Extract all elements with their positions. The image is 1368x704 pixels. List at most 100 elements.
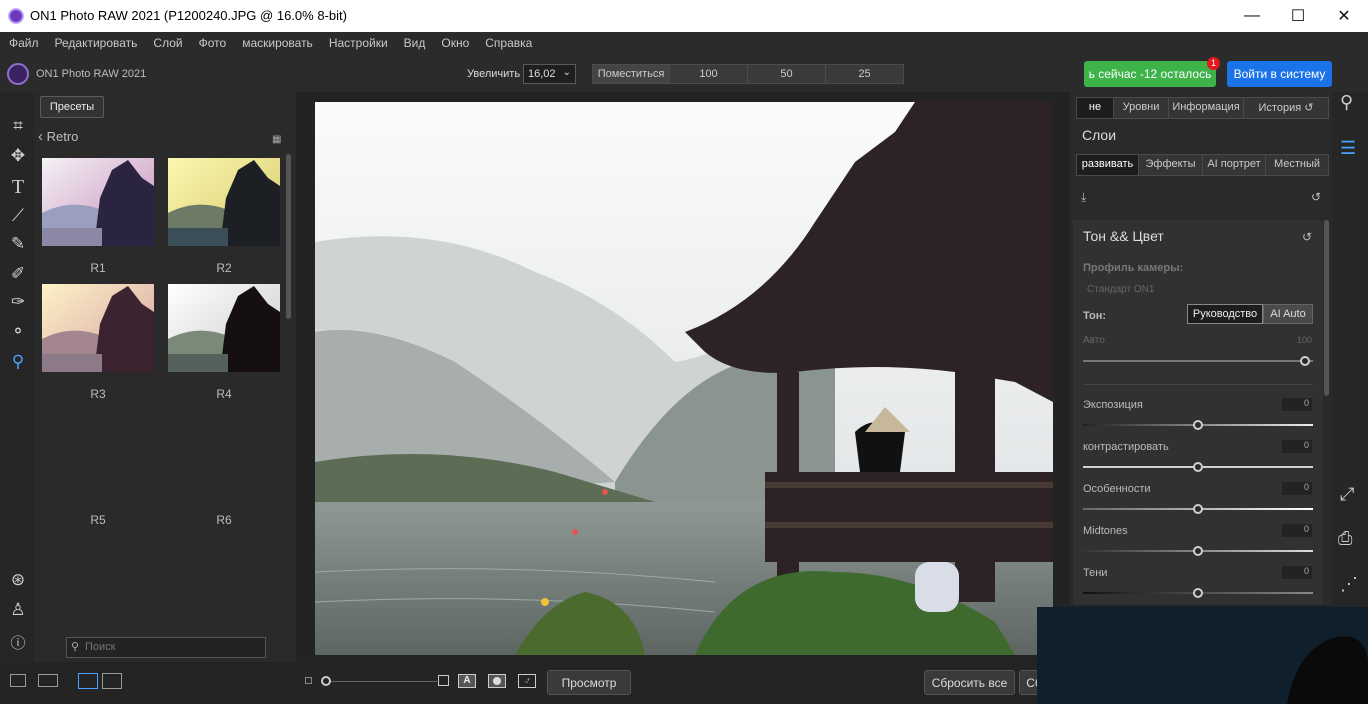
paint-brush-icon[interactable]: ✎ — [8, 234, 28, 254]
preset-thumb-r2[interactable] — [168, 158, 280, 246]
contrast-value[interactable]: 0 — [1282, 440, 1312, 453]
presets-scrollbar[interactable] — [286, 154, 291, 319]
zoom-50-button[interactable]: 50 — [747, 64, 826, 84]
maximize-button[interactable]: ☐ — [1275, 0, 1321, 32]
preset-thumb-r4[interactable] — [168, 284, 280, 372]
midtones-label: Midtones — [1083, 525, 1128, 537]
highlights-value[interactable]: 0 — [1282, 482, 1312, 495]
auto-slider-knob[interactable] — [1300, 356, 1310, 366]
category-back[interactable]: ‹ Retro — [38, 128, 78, 145]
menu-window[interactable]: Окно — [441, 36, 469, 50]
mask-view-icon[interactable] — [488, 674, 506, 688]
reset-icon[interactable]: ↺ — [1311, 190, 1321, 204]
chevron-left-icon: ‹ — [38, 128, 43, 145]
zoom-out-icon[interactable] — [305, 677, 312, 684]
grid-view-icon[interactable]: ▦ — [272, 134, 283, 145]
preview-button[interactable]: Просмотр — [547, 670, 631, 695]
menu-help[interactable]: Справка — [485, 36, 532, 50]
print-icon[interactable]: ⎙ — [1338, 528, 1352, 549]
close-button[interactable]: ✕ — [1321, 0, 1367, 32]
compare-view-icon[interactable] — [102, 673, 122, 689]
zoom-in-icon[interactable] — [438, 675, 449, 686]
title-bar: ON1 Photo RAW 2021 (P1200240.JPG @ 16.0%… — [0, 0, 1368, 32]
on1-logo-icon[interactable] — [7, 63, 29, 85]
menu-settings[interactable]: Настройки — [329, 36, 388, 50]
tone-ai-auto-button[interactable]: AI Auto — [1263, 304, 1313, 324]
retouch-icon[interactable]: ⚬ — [8, 322, 28, 342]
menu-file[interactable]: Файл — [9, 36, 39, 50]
notification-badge: 1 — [1207, 57, 1220, 70]
tab-info[interactable]: Информация — [1169, 98, 1244, 118]
line-mask-icon[interactable]: ✑ — [8, 292, 28, 312]
menu-edit[interactable]: Редактировать — [55, 36, 138, 50]
user-icon[interactable]: ♙ — [8, 600, 28, 620]
single-panel-icon[interactable] — [10, 674, 26, 687]
masking-brush-icon[interactable]: ✐ — [8, 264, 28, 284]
midtones-slider-knob[interactable] — [1193, 546, 1203, 556]
shadows-value[interactable]: 0 — [1282, 566, 1312, 579]
preset-thumb-r1[interactable] — [42, 158, 154, 246]
minimize-button[interactable]: — — [1229, 0, 1275, 32]
layers-title: Слои — [1082, 127, 1117, 143]
tab-levels[interactable]: Уровни — [1114, 98, 1169, 118]
highlights-slider-knob[interactable] — [1193, 504, 1203, 514]
overlay-video — [1037, 607, 1368, 704]
fit-button[interactable]: Поместиться — [592, 64, 670, 84]
tab-develop[interactable]: развивать — [1077, 155, 1139, 175]
preset-label: R1 — [90, 261, 106, 275]
zoom-slider-track[interactable] — [327, 681, 437, 682]
section-reset-icon[interactable]: ↺ — [1302, 230, 1312, 244]
menu-layer[interactable]: Слой — [153, 36, 182, 50]
tab-effects[interactable]: Эффекты — [1139, 155, 1203, 175]
menu-view[interactable]: Вид — [404, 36, 426, 50]
tone-manual-button[interactable]: Руководство — [1187, 304, 1263, 324]
auto-slider-track[interactable] — [1083, 360, 1313, 362]
camera-profile-value[interactable]: Стандарт ON1 — [1087, 284, 1154, 295]
help-icon[interactable]: ⓘ — [8, 632, 28, 652]
auto-enhance-icon[interactable]: A — [458, 674, 476, 688]
login-button[interactable]: Войти в систему — [1227, 61, 1332, 87]
tab-ai-portrait[interactable]: AI портрет — [1203, 155, 1266, 175]
tab-edit[interactable]: не — [1077, 98, 1114, 118]
panel-scrollbar[interactable] — [1324, 220, 1329, 396]
buy-now-button[interactable]: ь сейчас -12 осталось — [1084, 61, 1216, 87]
exposure-value[interactable]: 0 — [1282, 398, 1312, 411]
resize-icon[interactable]: ⤢ — [1340, 484, 1354, 505]
shadows-slider-knob[interactable] — [1193, 588, 1203, 598]
text-tool-icon[interactable]: T — [8, 176, 28, 198]
menu-photo[interactable]: Фото — [199, 36, 227, 50]
presets-button[interactable]: Пресеты — [40, 96, 104, 118]
contrast-slider-knob[interactable] — [1193, 462, 1203, 472]
share-icon[interactable]: ⋰ — [1340, 574, 1358, 595]
zoom-select[interactable]: 16,02 ⌄ — [523, 64, 576, 84]
zoom-100-button[interactable]: 100 — [669, 64, 748, 84]
app-logo-icon — [8, 8, 24, 24]
preset-label: R5 — [90, 513, 106, 527]
filmstrip-icon[interactable] — [38, 674, 58, 687]
move-icon[interactable]: ✥ — [8, 146, 28, 166]
clipping-icon[interactable]: ⍻ — [518, 674, 536, 688]
exposure-slider-knob[interactable] — [1193, 420, 1203, 430]
undo-icon: ↺ — [1304, 102, 1314, 114]
photo-canvas[interactable] — [315, 102, 1053, 655]
preset-thumb-r3[interactable] — [42, 284, 154, 372]
browse-module-icon[interactable]: ⚲ — [1340, 92, 1353, 113]
top-tabs: не Уровни Информация История ↺ — [1076, 97, 1329, 119]
save-preset-icon[interactable]: ⤓ — [1081, 190, 1086, 205]
sync-icon[interactable]: ⊛ — [8, 570, 28, 590]
zoom-25-button[interactable]: 25 — [825, 64, 904, 84]
perfect-eraser-icon[interactable]: ⚲ — [8, 352, 28, 372]
preset-search-input[interactable]: ⚲ Поиск — [66, 637, 266, 658]
brush-icon[interactable]: ⟋ — [8, 206, 28, 226]
reset-all-button[interactable]: Сбросить все — [924, 670, 1015, 695]
chevron-down-icon: ⌄ — [562, 67, 571, 78]
edit-module-icon[interactable]: ☰ — [1340, 138, 1356, 159]
midtones-value[interactable]: 0 — [1282, 524, 1312, 537]
menu-mask[interactable]: маскировать — [242, 36, 313, 50]
zoom-slider-knob[interactable] — [321, 676, 331, 686]
single-view-icon[interactable] — [78, 673, 98, 689]
crop-icon[interactable]: ⌗ — [8, 116, 28, 136]
search-placeholder: Поиск — [85, 641, 116, 653]
tab-history[interactable]: История ↺ — [1244, 98, 1328, 118]
tab-local[interactable]: Местный — [1266, 155, 1328, 175]
